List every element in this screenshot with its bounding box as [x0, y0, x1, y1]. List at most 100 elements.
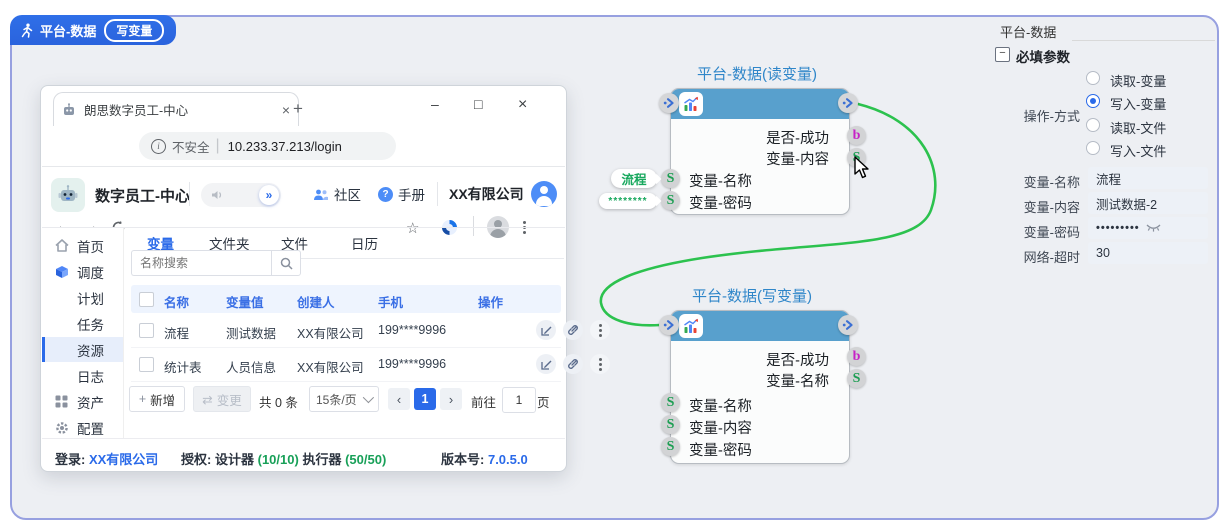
nav-manual[interactable]: ? 手册: [378, 184, 425, 204]
exec-arrow-icon: [663, 97, 675, 109]
col-name[interactable]: 名称: [164, 292, 189, 311]
app-logo: [51, 178, 85, 212]
chart-icon: [679, 314, 703, 338]
sidebar-item-config[interactable]: 配置: [42, 415, 123, 440]
link-button[interactable]: [563, 320, 583, 340]
user-avatar[interactable]: [531, 181, 557, 207]
version-value: 7.0.5.0: [488, 452, 528, 467]
prev-page-button[interactable]: ‹: [388, 388, 410, 410]
browser-window: 朗思数字员工-中心 × + – □ × ← → i 不安全 | 10.233.3…: [40, 85, 567, 472]
announcement-more-icon[interactable]: »: [259, 185, 279, 205]
input-password-tag[interactable]: ********: [599, 193, 657, 209]
home-icon: [55, 239, 70, 252]
runner-icon: [20, 23, 34, 38]
port-string[interactable]: S: [661, 415, 680, 434]
row-checkbox[interactable]: [139, 357, 154, 372]
exec-out-port[interactable]: [838, 315, 858, 335]
col-value[interactable]: 变量值: [226, 292, 264, 311]
node-write-title[interactable]: 平台-数据(写变量): [657, 285, 847, 306]
sidebar-item-log[interactable]: 日志: [42, 363, 123, 388]
current-page[interactable]: 1: [414, 388, 436, 410]
port-string[interactable]: S: [847, 369, 866, 388]
bookmark-star-icon[interactable]: ☆: [406, 219, 419, 237]
link-icon: [567, 358, 579, 370]
gear-icon: [55, 421, 70, 435]
sidebar-item-home[interactable]: 首页: [42, 233, 123, 258]
exec-in-port[interactable]: [659, 93, 679, 113]
page-size-select[interactable]: 15条/页: [309, 386, 379, 412]
browser-tab-title: 朗思数字员工-中心: [84, 100, 282, 119]
sidebar-item-plan[interactable]: 计划: [42, 285, 123, 310]
total-count: 共 0 条: [259, 392, 298, 411]
col-phone[interactable]: 手机: [378, 292, 403, 311]
window-minimize-button[interactable]: –: [431, 96, 439, 112]
sidebar-item-asset[interactable]: 资产: [42, 389, 123, 414]
sidebar-item-schedule[interactable]: 调度: [42, 259, 123, 284]
speaker-icon: [211, 189, 224, 201]
change-button[interactable]: ⇄变更: [193, 386, 251, 412]
port-bool[interactable]: b: [847, 126, 866, 145]
port-string[interactable]: S: [661, 393, 680, 412]
statusbar-version: 版本号: 7.0.5.0: [441, 449, 528, 468]
info-icon[interactable]: i: [151, 139, 166, 154]
chart-icon: [679, 92, 703, 116]
output-success: 是否-成功: [671, 127, 829, 148]
node-write-variable[interactable]: 是否-成功 变量-名称 变量-名称 变量-内容 变量-密码: [670, 310, 850, 464]
workflow-tab[interactable]: 平台-数据 写变量: [10, 15, 176, 45]
add-button[interactable]: +新增: [129, 386, 185, 412]
input-variable-content: 变量-内容: [689, 417, 752, 438]
exec-out-port[interactable]: [838, 93, 858, 113]
browser-tab[interactable]: 朗思数字员工-中心 ×: [53, 92, 299, 126]
security-label: 不安全: [172, 137, 210, 156]
node-read-variable[interactable]: 是否-成功 变量-内容 变量-名称 变量-密码: [670, 88, 850, 215]
more-button[interactable]: [590, 354, 610, 374]
announcement-bar[interactable]: »: [201, 183, 281, 207]
workflow-tab-badge: 写变量: [104, 19, 164, 42]
edit-button[interactable]: [536, 354, 556, 374]
port-bool[interactable]: b: [847, 347, 866, 366]
more-icon: [599, 356, 602, 373]
goto-page-input[interactable]: [502, 387, 536, 413]
statusbar-login: 登录: XX有限公司: [55, 449, 158, 468]
edit-button[interactable]: [536, 320, 556, 340]
goto-unit: 页: [537, 392, 550, 411]
search-input[interactable]: [131, 250, 286, 276]
tab-close-icon[interactable]: ×: [282, 102, 290, 118]
next-page-button[interactable]: ›: [440, 388, 462, 410]
more-button[interactable]: [590, 320, 610, 340]
table-row[interactable]: 流程 测试数据 XX有限公司 199****9996: [131, 313, 561, 348]
exec-in-port[interactable]: [659, 315, 679, 335]
workflow-tab-title: 平台-数据: [40, 21, 96, 40]
search-button[interactable]: [271, 250, 301, 276]
login-company-link[interactable]: XX有限公司: [89, 452, 158, 467]
output-success: 是否-成功: [671, 349, 829, 370]
input-variable-password: 变量-密码: [689, 439, 752, 460]
sidebar-item-task[interactable]: 任务: [42, 311, 123, 336]
sidebar-item-resource[interactable]: 资源: [42, 337, 123, 362]
edit-icon: [541, 325, 552, 336]
executor-quota: (50/50): [345, 452, 386, 467]
window-close-button[interactable]: ×: [518, 96, 527, 114]
node-read-title[interactable]: 平台-数据(读变量): [662, 63, 852, 84]
node-header[interactable]: [671, 311, 849, 341]
select-all-checkbox[interactable]: [139, 292, 154, 307]
link-icon: [567, 324, 579, 336]
input-value-tag[interactable]: 流程: [611, 169, 657, 188]
node-header[interactable]: [671, 89, 849, 119]
link-button[interactable]: [563, 354, 583, 374]
screenshot-root: { "frame": { "tab_title": "平台-数据", "tab_…: [0, 0, 1229, 530]
port-string[interactable]: S: [661, 169, 680, 188]
nav-community[interactable]: 社区: [313, 184, 361, 204]
new-tab-button[interactable]: +: [293, 99, 303, 119]
port-string[interactable]: S: [661, 437, 680, 456]
statusbar-auth: 授权: 设计器 (10/10) 执行器 (50/50): [181, 449, 386, 468]
port-string[interactable]: S: [661, 191, 680, 210]
row-checkbox[interactable]: [139, 323, 154, 338]
window-maximize-button[interactable]: □: [474, 96, 482, 112]
goto-label: 前往: [471, 392, 496, 411]
tab-calendar[interactable]: 日历: [351, 233, 378, 253]
table-row[interactable]: 统计表 人员信息 XX有限公司 199****9996: [131, 347, 561, 382]
input-variable-password: 变量-密码: [689, 192, 752, 213]
address-bar[interactable]: i 不安全 | 10.233.37.213/login: [139, 132, 396, 160]
col-creator[interactable]: 创建人: [297, 292, 335, 311]
